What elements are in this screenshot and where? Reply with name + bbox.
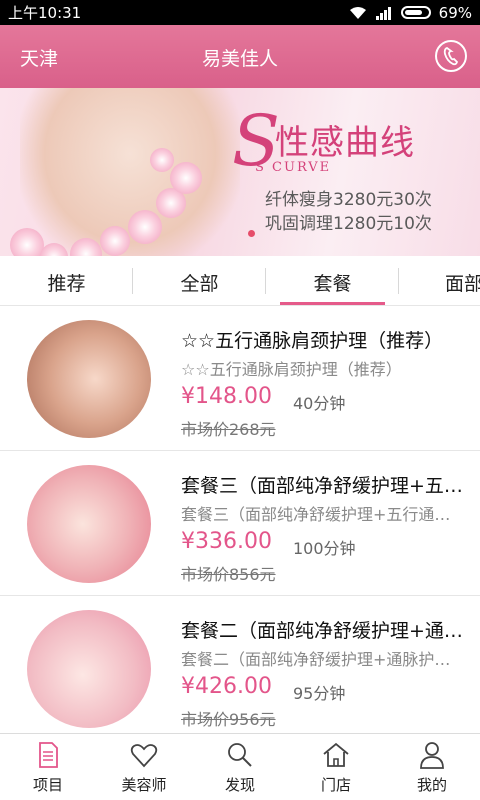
banner-heading: 性感曲线 <box>275 123 415 163</box>
product-duration: 95分钟 <box>293 684 346 703</box>
page-title: 易美佳人 <box>201 48 278 70</box>
promo-banner[interactable]: S 性感曲线 S CURVE 纤体瘦身3280元30次 巩固调理1280元10次 <box>0 88 480 256</box>
category-tabs: 推荐 全部 套餐 面部 <box>0 256 480 306</box>
tab-label: 面部 <box>445 273 480 295</box>
product-desc: 套餐二（面部纯净舒缓护理+通脉护理） <box>181 650 466 669</box>
heart-icon <box>130 744 158 768</box>
battery-level: 69% <box>438 3 472 22</box>
product-thumbnail <box>27 465 151 583</box>
list-item[interactable]: 套餐二（面部纯净舒缓护理+通脉护理） 套餐二（面部纯净舒缓护理+通脉护理） ¥4… <box>0 596 480 741</box>
banner-offer-2: 巩固调理1280元10次 <box>265 214 432 234</box>
nav-label: 门店 <box>320 776 351 794</box>
carousel-indicator[interactable] <box>248 230 255 237</box>
product-list: ☆☆五行通脉肩颈护理（推荐） ☆☆五行通脉肩颈护理（推荐） ¥148.00 40… <box>0 306 480 741</box>
product-duration: 100分钟 <box>293 539 356 558</box>
nav-label: 美容师 <box>121 776 167 794</box>
app-header: 天津 易美佳人 <box>0 25 480 88</box>
bottom-nav: 项目 美容师 发现 门店 我的 <box>0 733 480 800</box>
flower-decoration <box>150 148 174 172</box>
tab-label: 推荐 <box>47 273 86 295</box>
tab-all[interactable]: 全部 <box>133 256 266 305</box>
list-item[interactable]: ☆☆五行通脉肩颈护理（推荐） ☆☆五行通脉肩颈护理（推荐） ¥148.00 40… <box>0 306 480 451</box>
phone-button[interactable] <box>435 40 467 72</box>
product-thumbnail <box>27 610 151 728</box>
tab-packages[interactable]: 套餐 <box>266 256 399 305</box>
product-price: ¥336.00 <box>181 529 272 554</box>
tab-recommended[interactable]: 推荐 <box>0 256 133 305</box>
nav-beauticians[interactable]: 美容师 <box>96 734 192 800</box>
wifi-icon <box>349 6 366 19</box>
nav-label: 我的 <box>416 776 447 794</box>
product-thumbnail <box>27 320 151 438</box>
tab-label: 全部 <box>180 273 219 295</box>
product-name: 套餐二（面部纯净舒缓护理+通脉护理） <box>181 620 466 642</box>
product-name: 套餐三（面部纯净舒缓护理+五行通脉肩颈护理） <box>181 475 466 497</box>
active-tab-indicator <box>280 302 385 305</box>
status-icons: 69% <box>349 4 472 22</box>
person-icon <box>420 742 444 769</box>
banner-subheading: S CURVE <box>255 160 332 175</box>
market-price: 市场价268元 <box>181 420 276 439</box>
signal-icon <box>375 6 391 20</box>
product-desc: ☆☆五行通脉肩颈护理（推荐） <box>181 360 402 379</box>
nav-stores[interactable]: 门店 <box>288 734 384 800</box>
document-icon <box>39 742 58 768</box>
flower-decoration <box>100 226 130 256</box>
product-price: ¥426.00 <box>181 674 272 699</box>
flower-decoration <box>128 210 162 244</box>
product-duration: 40分钟 <box>293 394 346 413</box>
nav-discover[interactable]: 发现 <box>192 734 288 800</box>
product-desc: 套餐三（面部纯净舒缓护理+五行通脉肩颈护理） <box>181 505 466 524</box>
market-price: 市场价956元 <box>181 710 276 729</box>
tab-face[interactable]: 面部 <box>399 256 480 305</box>
nav-label: 项目 <box>32 776 63 794</box>
banner-offer-1: 纤体瘦身3280元30次 <box>265 190 432 210</box>
market-price: 市场价856元 <box>181 565 276 584</box>
flower-decoration <box>10 228 44 256</box>
product-name: ☆☆五行通脉肩颈护理（推荐） <box>181 330 444 352</box>
nav-projects[interactable]: 项目 <box>0 734 96 800</box>
list-item[interactable]: 套餐三（面部纯净舒缓护理+五行通脉肩颈护理） 套餐三（面部纯净舒缓护理+五行通脉… <box>0 451 480 596</box>
flower-decoration <box>170 162 202 194</box>
status-bar: 上午10:31 69% <box>0 0 480 25</box>
battery-icon <box>400 6 431 19</box>
status-time: 上午10:31 <box>8 4 82 22</box>
home-icon <box>323 742 349 767</box>
search-icon <box>228 743 252 767</box>
product-price: ¥148.00 <box>181 384 272 409</box>
phone-icon <box>443 46 459 66</box>
tab-label: 套餐 <box>313 273 352 295</box>
nav-label: 发现 <box>224 776 255 794</box>
nav-mine[interactable]: 我的 <box>384 734 480 800</box>
